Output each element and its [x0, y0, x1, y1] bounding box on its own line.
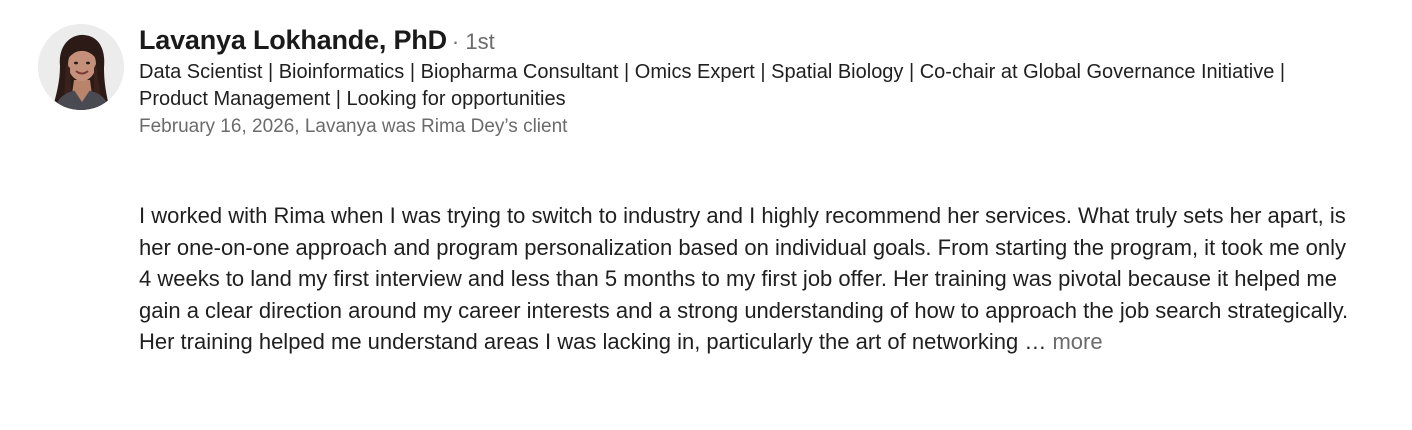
author-name-line: Lavanya Lokhande, PhD · 1st	[139, 24, 1369, 58]
author-headline: Data Scientist | Bioinformatics | Biopha…	[139, 61, 1286, 110]
recommendation-text: I worked with Rima when I was trying to …	[139, 200, 1354, 358]
see-more-button[interactable]: more	[1052, 329, 1102, 354]
author-name[interactable]: Lavanya Lokhande, PhD	[139, 24, 447, 56]
recommendation-body: I worked with Rima when I was trying to …	[139, 203, 1349, 355]
recommendation-card: Lavanya Lokhande, PhD · 1st Data Scienti…	[0, 0, 1412, 430]
recommendation-meta: February 16, 2026, Lavanya was Rima Dey’…	[139, 116, 568, 137]
author-avatar[interactable]	[38, 24, 124, 110]
connection-degree: · 1st	[451, 29, 495, 54]
author-header: Lavanya Lokhande, PhD · 1st Data Scienti…	[139, 24, 1369, 140]
profile-photo-icon	[38, 24, 124, 110]
